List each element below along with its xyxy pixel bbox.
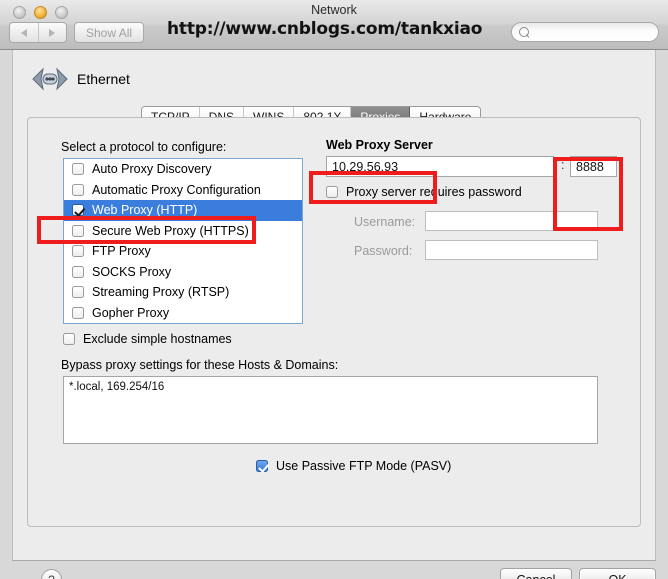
back-button[interactable] [10, 23, 38, 42]
protocol-row-secure-web-proxy-https[interactable]: Secure Web Proxy (HTTPS) [64, 221, 302, 242]
search-icon [519, 27, 529, 37]
password-input[interactable] [425, 240, 598, 260]
passive-ftp-row[interactable]: Use Passive FTP Mode (PASV) [256, 459, 451, 473]
protocol-row-gopher-proxy[interactable]: Gopher Proxy [64, 303, 302, 324]
bypass-list-textarea[interactable]: *.local, 169.254/16 [63, 376, 598, 444]
checkbox[interactable] [72, 163, 84, 176]
search-input[interactable] [511, 22, 659, 42]
username-input[interactable] [425, 211, 598, 231]
checkbox[interactable] [72, 286, 84, 299]
protocol-row-ftp-proxy[interactable]: FTP Proxy [64, 241, 302, 262]
proxy-port-input[interactable]: 8888 [570, 156, 617, 177]
cancel-button[interactable]: Cancel [500, 568, 572, 579]
exclude-simple-hostnames-row[interactable]: Exclude simple hostnames [63, 332, 232, 346]
passive-ftp-label: Use Passive FTP Mode (PASV) [276, 459, 452, 473]
back-forward-control[interactable] [9, 22, 67, 43]
proxy-host-input[interactable]: 10.29.56.93 [326, 156, 554, 177]
proxy-requires-password-row[interactable]: Proxy server requires password [326, 185, 522, 199]
protocol-label: Web Proxy (HTTP) [92, 203, 198, 218]
protocol-row-streaming-proxy-rtsp[interactable]: Streaming Proxy (RTSP) [64, 282, 302, 303]
password-label: Password: [354, 244, 413, 258]
url-watermark: http://www.cnblogs.com/tankxiao [167, 19, 483, 39]
checkbox[interactable] [72, 245, 84, 258]
checkbox[interactable] [63, 333, 75, 345]
proxy-port-value: 8888 [576, 160, 604, 174]
proxy-requires-password-label: Proxy server requires password [346, 185, 522, 199]
proxies-settings-sheet: Ethernet TCP/IP DNS WINS 802.1X Proxies … [12, 50, 656, 579]
checkbox[interactable] [72, 183, 84, 196]
checkbox[interactable] [72, 306, 84, 319]
protocol-row-automatic-proxy-configuration[interactable]: Automatic Proxy Configuration [64, 180, 302, 201]
chevron-left-icon [20, 28, 27, 37]
protocol-label: Gopher Proxy [92, 305, 170, 320]
protocol-list-label: Select a protocol to configure: [61, 140, 227, 154]
protocol-row-socks-proxy[interactable]: SOCKS Proxy [64, 262, 302, 283]
show-all-button[interactable]: Show All [74, 22, 145, 43]
window-titlebar: Network Show All http://www.cnblogs.com/… [0, 0, 668, 50]
protocol-row-web-proxy-http[interactable]: Web Proxy (HTTP) [64, 200, 302, 221]
username-label: Username: [354, 215, 416, 229]
checkbox[interactable] [72, 224, 84, 237]
checkbox[interactable] [326, 186, 338, 198]
exclude-simple-hostnames-label: Exclude simple hostnames [83, 332, 232, 346]
window-title: Network [311, 3, 357, 17]
forward-button[interactable] [37, 23, 67, 42]
checkbox[interactable] [72, 265, 84, 278]
protocol-label: Streaming Proxy (RTSP) [92, 285, 230, 300]
protocol-label: SOCKS Proxy [92, 264, 172, 279]
service-name-label: Ethernet [77, 71, 130, 87]
protocol-label: Auto Proxy Discovery [92, 162, 212, 177]
web-proxy-server-title: Web Proxy Server [326, 138, 433, 152]
proxy-host-value: 10.29.56.93 [332, 160, 399, 174]
protocol-label: FTP Proxy [92, 244, 151, 259]
bypass-list-value: *.local, 169.254/16 [69, 381, 165, 393]
checkbox[interactable] [256, 460, 268, 472]
network-preferences-window: Network Show All http://www.cnblogs.com/… [0, 0, 668, 579]
host-port-separator: : [561, 158, 565, 172]
help-button[interactable]: ? [41, 569, 62, 579]
protocol-row-auto-proxy-discovery[interactable]: Auto Proxy Discovery [64, 159, 302, 180]
checkbox[interactable] [72, 204, 84, 217]
ethernet-icon [29, 66, 71, 92]
service-header: Ethernet [29, 66, 130, 92]
protocol-label: Secure Web Proxy (HTTPS) [92, 223, 249, 238]
bypass-list-label: Bypass proxy settings for these Hosts & … [61, 358, 339, 372]
ok-button[interactable]: OK [579, 568, 656, 579]
protocol-list[interactable]: Auto Proxy Discovery Automatic Proxy Con… [63, 158, 303, 324]
protocol-label: Automatic Proxy Configuration [92, 182, 261, 197]
chevron-right-icon [49, 28, 56, 37]
